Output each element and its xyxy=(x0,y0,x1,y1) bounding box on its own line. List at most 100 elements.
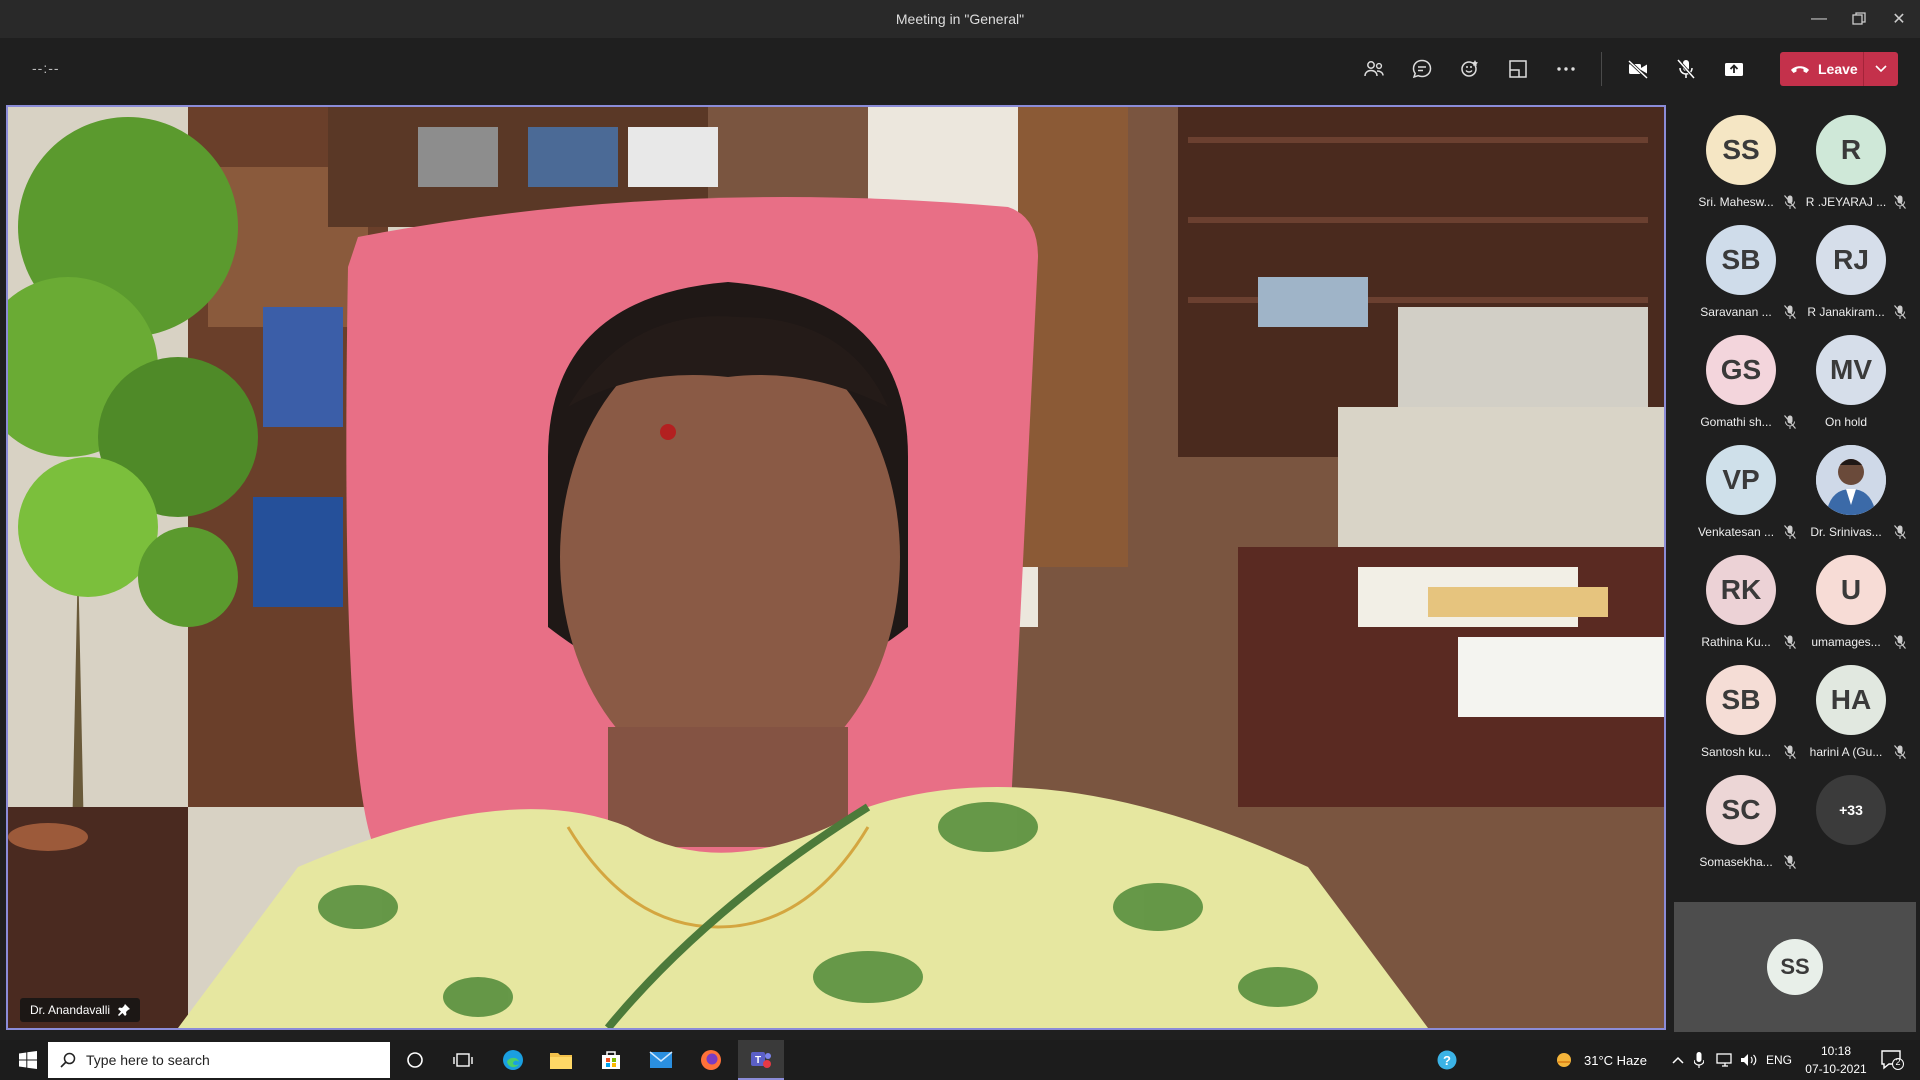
mic-muted-icon xyxy=(1894,745,1906,759)
participant-tile[interactable]: RK Rathina Ku... xyxy=(1674,545,1796,655)
reactions-icon[interactable] xyxy=(1451,50,1489,88)
participant-avatar: U xyxy=(1816,555,1886,625)
network-icon[interactable] xyxy=(1716,1040,1734,1080)
pin-icon[interactable] xyxy=(118,1004,131,1016)
participant-tile[interactable]: SB Santosh ku... xyxy=(1674,655,1796,765)
taskbar-clock[interactable]: 10:18 07-10-2021 xyxy=(1796,1042,1876,1078)
participant-tile[interactable]: VP Venkatesan ... xyxy=(1674,435,1796,545)
close-icon[interactable]: ✕ xyxy=(1876,0,1920,38)
participant-avatar: SB xyxy=(1706,665,1776,735)
window-title: Meeting in "General" xyxy=(895,11,1025,27)
windows-start-icon[interactable] xyxy=(10,1040,46,1080)
participant-photo xyxy=(1816,445,1886,515)
more-icon[interactable] xyxy=(1547,50,1585,88)
search-placeholder: Type here to search xyxy=(86,1052,210,1068)
participant-avatar: VP xyxy=(1706,445,1776,515)
clock-time: 10:18 xyxy=(1820,1044,1852,1058)
participant-avatar: SC xyxy=(1706,775,1776,845)
video-frame xyxy=(8,107,1664,1028)
notifications-count: 2 xyxy=(1895,1057,1901,1067)
participant-name: R .JEYARAJ ... xyxy=(1805,195,1887,209)
participant-name: Dr. Srinivas... xyxy=(1810,525,1882,539)
participant-avatar: RJ xyxy=(1816,225,1886,295)
leave-label: Leave xyxy=(1818,61,1858,77)
task-view-icon[interactable] xyxy=(440,1040,486,1080)
mic-muted-icon xyxy=(1894,635,1906,649)
participant-name: Santosh ku... xyxy=(1700,745,1772,759)
rooms-icon[interactable] xyxy=(1499,50,1537,88)
svg-text:T: T xyxy=(755,1055,761,1066)
meeting-timer: --:-- xyxy=(32,60,60,76)
participant-tile[interactable]: SB Saravanan ... xyxy=(1674,215,1796,325)
taskbar-search-box[interactable]: Type here to search xyxy=(48,1042,390,1078)
participant-name: On hold xyxy=(1824,415,1868,429)
taskbar: Type here to search T ? 31°C Haze ENG 10… xyxy=(0,1040,1920,1080)
leave-button[interactable]: Leave xyxy=(1780,52,1898,86)
toolbar-separator xyxy=(1601,52,1602,86)
self-view[interactable]: SS xyxy=(1674,902,1916,1032)
participant-avatar: HA xyxy=(1816,665,1886,735)
weather-sun-icon xyxy=(1557,1053,1571,1067)
participant-tile[interactable]: SS Sri. Mahesw... xyxy=(1674,105,1796,215)
notifications-icon[interactable]: 2 xyxy=(1880,1040,1904,1080)
share-icon[interactable] xyxy=(1715,50,1753,88)
participant-tile[interactable]: GS Gomathi sh... xyxy=(1674,325,1796,435)
participant-tile[interactable]: SC Somasekha... xyxy=(1674,765,1796,875)
help-icon[interactable]: ? xyxy=(1436,1040,1458,1080)
participant-avatar: GS xyxy=(1706,335,1776,405)
participant-avatar: R xyxy=(1816,115,1886,185)
more-participants-button[interactable]: +33 xyxy=(1816,775,1886,845)
camera-off-icon[interactable] xyxy=(1619,50,1657,88)
cortana-icon[interactable] xyxy=(392,1040,438,1080)
participant-name: Saravanan ... xyxy=(1700,305,1772,319)
clock-date: 07-10-2021 xyxy=(1805,1062,1867,1076)
store-icon[interactable] xyxy=(588,1040,634,1080)
participant-name: Sri. Mahesw... xyxy=(1698,195,1774,209)
mic-off-icon[interactable] xyxy=(1667,50,1705,88)
firefox-icon[interactable] xyxy=(688,1040,734,1080)
participant-tile[interactable]: R R .JEYARAJ ... xyxy=(1784,105,1906,215)
participant-tile[interactable]: Uumamages... xyxy=(1784,545,1906,655)
participant-name: Gomathi sh... xyxy=(1700,415,1772,429)
presenter-name: Dr. Anandavalli xyxy=(30,1003,111,1017)
meeting-toolbar: --:-- Leave xyxy=(0,38,1920,100)
participant-avatar: SB xyxy=(1706,225,1776,295)
search-icon xyxy=(60,1052,76,1068)
file-explorer-icon[interactable] xyxy=(538,1040,584,1080)
mic-muted-icon xyxy=(1894,525,1906,539)
weather-text: 31°C Haze xyxy=(1584,1052,1648,1068)
participant-name: harini A (Gu... xyxy=(1809,745,1883,759)
participant-tile[interactable]: MV On hold xyxy=(1784,325,1894,435)
people-icon[interactable] xyxy=(1355,50,1393,88)
self-avatar: SS xyxy=(1767,939,1823,995)
participant-tile[interactable]: Dr. Srinivas... xyxy=(1784,435,1906,545)
mail-icon[interactable] xyxy=(638,1040,684,1080)
weather-widget[interactable]: 31°C Haze xyxy=(1554,1040,1647,1080)
svg-text:?: ? xyxy=(1443,1053,1451,1068)
participant-name: R Janakiram... xyxy=(1807,305,1885,319)
language-indicator[interactable]: ENG xyxy=(1766,1040,1792,1080)
participant-name: Rathina Ku... xyxy=(1701,635,1771,649)
microphone-tray-icon[interactable] xyxy=(1694,1040,1704,1080)
participant-tile[interactable]: HA harini A (Gu... xyxy=(1784,655,1906,765)
participant-name: Somasekha... xyxy=(1699,855,1773,869)
participant-roster: SS Sri. Mahesw... R R .JEYARAJ ... SB Saravan… xyxy=(1674,105,1920,895)
volume-icon[interactable] xyxy=(1740,1040,1758,1080)
main-video-stage[interactable]: Dr. Anandavalli xyxy=(6,105,1666,1030)
teams-icon[interactable]: T xyxy=(738,1040,784,1080)
mic-muted-icon xyxy=(1894,305,1906,319)
chevron-down-icon[interactable] xyxy=(1864,52,1898,86)
presenter-name-badge: Dr. Anandavalli xyxy=(20,998,141,1022)
participant-avatar: SS xyxy=(1706,115,1776,185)
leave-main[interactable]: Leave xyxy=(1780,52,1864,86)
participant-name: umamages... xyxy=(1811,635,1881,649)
participant-tile[interactable]: RJ R Janakiram... xyxy=(1784,215,1906,325)
phone-hangup-icon xyxy=(1791,66,1809,73)
title-bar: Meeting in "General" — ✕ xyxy=(0,0,1920,38)
mic-muted-icon xyxy=(1894,195,1906,209)
participant-tile[interactable]: +33 xyxy=(1784,765,1894,875)
chat-icon[interactable] xyxy=(1403,50,1441,88)
edge-icon[interactable] xyxy=(490,1040,536,1080)
participant-avatar: RK xyxy=(1706,555,1776,625)
chevron-up-icon[interactable] xyxy=(1672,1040,1684,1080)
